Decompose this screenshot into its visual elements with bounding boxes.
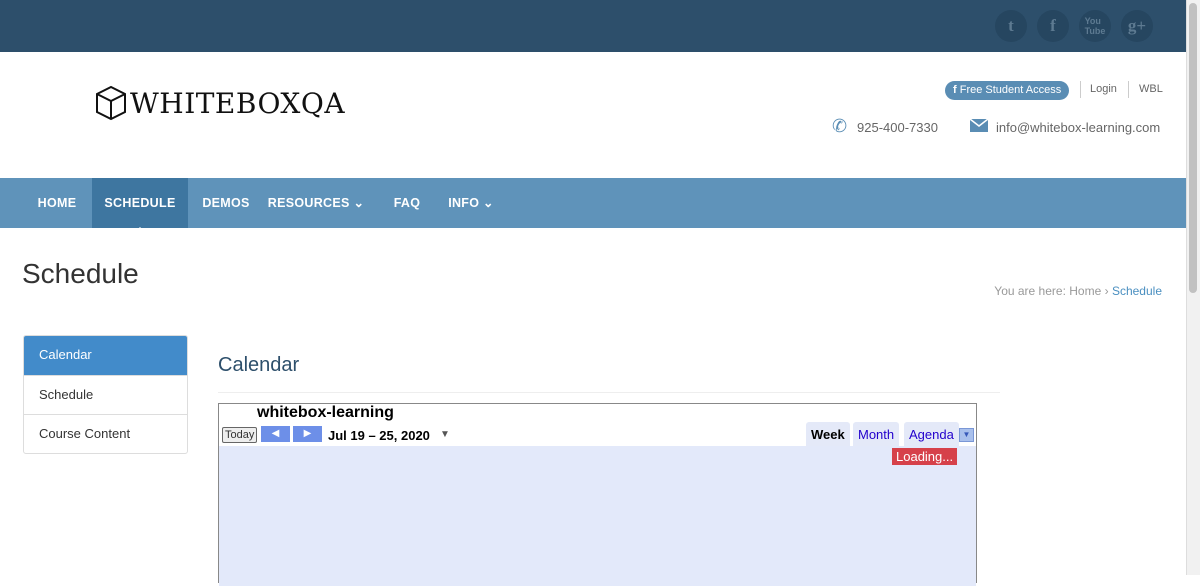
calendar-title: whitebox-learning <box>257 404 394 421</box>
chevron-down-icon: ⌄ <box>483 196 494 210</box>
loading-indicator: Loading... <box>892 448 958 465</box>
free-access-label: Free Student Access <box>959 84 1062 96</box>
sidebar-item-course-content[interactable]: Course Content <box>24 414 187 453</box>
divider <box>218 392 1000 393</box>
scrollbar-thumb[interactable] <box>1189 3 1197 293</box>
calendar-embed: whitebox-learning Today ◀ ▶ Jul 19 – 25,… <box>218 403 977 586</box>
nav-info-label: INFO <box>448 196 480 210</box>
email-link[interactable]: info@whitebox-learning.com <box>996 120 1160 135</box>
calendar-grid: Loading... <box>219 446 976 586</box>
nav-home[interactable]: HOME <box>23 178 91 228</box>
phone-number: 925-400-7330 <box>857 120 938 135</box>
nav-faq[interactable]: FAQ <box>380 178 434 228</box>
active-indicator <box>135 222 145 232</box>
youtube-icon[interactable]: You Tube <box>1079 10 1111 42</box>
nav-demos[interactable]: DEMOS <box>190 178 262 228</box>
nav-resources-label: RESOURCES <box>267 196 350 210</box>
nav-resources[interactable]: RESOURCES ⌄ <box>266 178 366 228</box>
tab-week[interactable]: Week <box>806 422 850 446</box>
breadcrumb-current: Schedule <box>1111 284 1162 298</box>
login-link[interactable]: Login <box>1090 83 1117 95</box>
logo[interactable]: WHITEBOXQA <box>94 85 345 121</box>
sidebar: Calendar Schedule Course Content <box>23 335 188 454</box>
envelope-icon <box>970 119 988 132</box>
free-student-access-button[interactable]: f Free Student Access <box>945 81 1070 100</box>
breadcrumb: You are here: Home › Schedule <box>994 284 1162 298</box>
breadcrumb-home[interactable]: Home <box>1069 284 1101 298</box>
googleplus-icon[interactable]: g+ <box>1121 10 1153 42</box>
wbl-link[interactable]: WBL <box>1139 83 1163 95</box>
date-range[interactable]: Jul 19 – 25, 2020 <box>328 428 430 443</box>
next-week-button[interactable]: ▶ <box>293 426 322 442</box>
facebook-icon[interactable]: f <box>1037 10 1069 42</box>
nav-schedule[interactable]: SCHEDULE <box>92 178 188 228</box>
tab-month[interactable]: Month <box>853 422 900 446</box>
section-title: Calendar <box>218 354 300 376</box>
scrollbar[interactable] <box>1186 0 1200 575</box>
page-title: Schedule <box>22 258 139 289</box>
breadcrumb-prefix: You are here: <box>994 284 1066 298</box>
top-bar: t f You Tube g+ <box>0 0 1186 52</box>
chevron-down-icon: ⌄ <box>353 196 365 210</box>
today-button[interactable]: Today <box>222 427 258 443</box>
phone-icon: ✆ <box>832 116 848 136</box>
logo-text: WHITEBOXQA <box>130 86 346 120</box>
cube-icon <box>96 85 126 121</box>
main-nav: HOME SCHEDULE DEMOS RESOURCES ⌄ FAQ INFO… <box>0 178 1186 232</box>
divider <box>1128 81 1129 98</box>
sidebar-item-schedule[interactable]: Schedule <box>24 375 187 414</box>
tab-agenda[interactable]: Agenda <box>904 422 959 446</box>
sidebar-item-calendar[interactable]: Calendar <box>24 336 187 375</box>
prev-week-button[interactable]: ◀ <box>261 426 290 442</box>
date-picker-dropdown-icon[interactable]: ▼ <box>440 429 450 440</box>
twitter-icon[interactable]: t <box>995 10 1027 42</box>
divider <box>1080 81 1081 98</box>
nav-info[interactable]: INFO ⌄ <box>440 178 502 228</box>
view-dropdown-icon[interactable]: ▼ <box>959 428 974 442</box>
